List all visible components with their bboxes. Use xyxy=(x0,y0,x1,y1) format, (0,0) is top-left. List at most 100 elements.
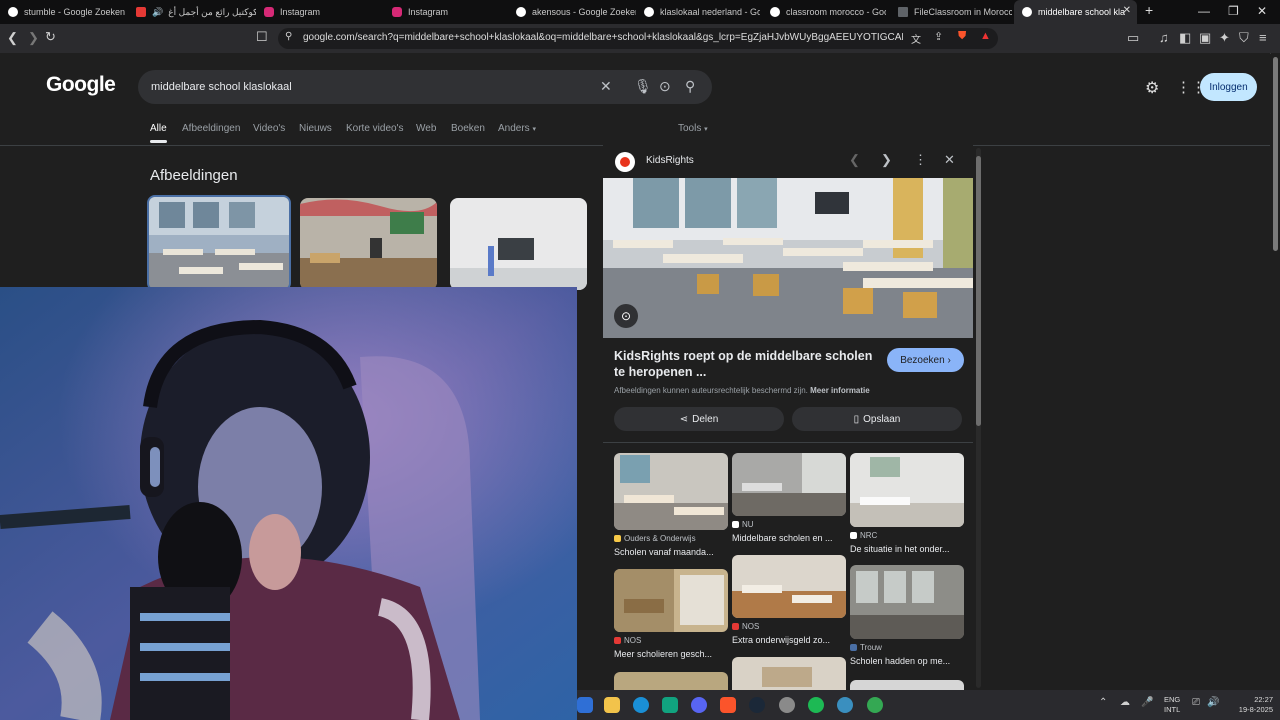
translate-icon[interactable]: 文 xyxy=(911,31,921,46)
search-input[interactable]: middelbare school klaslokaal xyxy=(151,81,292,93)
close-window-icon[interactable]: ✕ xyxy=(1257,4,1267,18)
forward-icon[interactable]: ❯ xyxy=(28,30,39,46)
more-info-link[interactable]: Meer informatie xyxy=(810,386,870,395)
tab-file-classroom[interactable]: FileClassroom in Morocco xyxy=(890,0,1012,24)
reload-icon[interactable]: ↻ xyxy=(45,29,56,45)
language-indicator[interactable]: ENG INTL xyxy=(1164,695,1180,715)
wallet-icon[interactable]: ▣ xyxy=(1199,30,1211,46)
minimize-icon[interactable]: — xyxy=(1198,4,1210,18)
related-image-item[interactable]: NOS Extra onderwijsgeld zo... xyxy=(732,555,846,651)
leo-ai-icon[interactable]: ✦ xyxy=(1219,30,1230,46)
globe-icon[interactable] xyxy=(837,697,853,713)
steam-icon[interactable] xyxy=(749,697,765,713)
tab-web[interactable]: Web xyxy=(416,123,436,134)
panel-scrollbar-thumb[interactable] xyxy=(976,156,981,426)
page-scrollbar[interactable] xyxy=(1271,53,1280,690)
tab-title: Instagram xyxy=(280,7,321,17)
microphone-icon[interactable]: 🎤 xyxy=(1141,697,1153,708)
related-image-item[interactable]: Ouders & Onderwijs Scholen vanaf maanda.… xyxy=(614,453,728,563)
cloud-icon[interactable]: ☁ xyxy=(1120,697,1130,708)
tab-youtube-song[interactable]: 🔊 كوكتيل رائع من أجمل أغ xyxy=(128,0,256,24)
page-scrollbar-thumb[interactable] xyxy=(1273,57,1278,251)
google-favicon-icon xyxy=(1022,7,1032,17)
save-button[interactable]: ▯ Opslaan xyxy=(792,407,962,431)
address-bar[interactable]: ⚲ google.com/search?q=middelbare+school+… xyxy=(278,28,998,49)
close-tab-icon[interactable]: ✕ xyxy=(1123,5,1131,16)
bookmark-icon[interactable]: ☐ xyxy=(256,29,268,45)
brave-icon[interactable] xyxy=(720,697,736,713)
spotify-icon[interactable] xyxy=(808,697,824,713)
restore-icon[interactable]: ❐ xyxy=(1228,4,1239,18)
edge-icon[interactable] xyxy=(633,697,649,713)
related-image-item[interactable]: NOS Meer scholieren gesch... xyxy=(614,569,728,665)
image-result-thumbnail[interactable] xyxy=(450,198,587,290)
clock[interactable]: 22:27 19-8-2025 xyxy=(1227,695,1273,715)
webcam-overlay xyxy=(0,287,577,720)
tab-books[interactable]: Boeken xyxy=(451,123,485,134)
tab-instagram-2[interactable]: Instagram xyxy=(384,0,512,24)
file-explorer-icon[interactable] xyxy=(604,697,620,713)
panel-source-name[interactable]: KidsRights xyxy=(646,155,694,166)
previous-icon[interactable]: ❮ xyxy=(849,152,860,168)
visit-button[interactable]: Bezoeken › xyxy=(887,348,964,372)
tab-classroom-morocco[interactable]: classroom morocco - Goo xyxy=(762,0,886,24)
related-image-item[interactable]: NRC De situatie in het onder... xyxy=(850,453,964,557)
tab-news[interactable]: Nieuws xyxy=(299,123,332,134)
volume-icon[interactable]: 🔊 xyxy=(1207,697,1219,708)
tab-klaslokaal-nederland[interactable]: klaslokaal nederland - Goo xyxy=(636,0,760,24)
related-image-item[interactable]: Trouw Scholen hadden op me... xyxy=(850,565,964,669)
related-image-item[interactable]: NU Middelbare scholen en ... xyxy=(732,453,846,549)
task-view-icon[interactable] xyxy=(577,697,593,713)
back-icon[interactable]: ❮ xyxy=(7,30,18,46)
share-icon[interactable]: ⇪ xyxy=(934,30,943,43)
tab-images[interactable]: Afbeeldingen xyxy=(182,123,240,134)
login-button[interactable]: Inloggen xyxy=(1200,73,1257,101)
tab-all[interactable]: Alle xyxy=(150,123,167,134)
vpn-icon[interactable]: ⛉ xyxy=(1239,30,1249,46)
network-icon[interactable]: ⎚ xyxy=(1192,697,1200,708)
preview-image[interactable]: ⊙ xyxy=(603,178,973,338)
show-hidden-icons-icon[interactable]: ⌃ xyxy=(1099,697,1107,708)
image-result-thumbnail[interactable] xyxy=(300,198,437,290)
settings-gear-icon[interactable]: ⚙ xyxy=(1145,78,1159,98)
search-icon[interactable]: ⚲ xyxy=(685,78,695,95)
tab-akensous[interactable]: akensous - Google Zoeken xyxy=(508,0,636,24)
google-favicon-icon xyxy=(8,7,18,17)
brave-shield-icon[interactable]: ⛊ xyxy=(958,30,966,43)
site-info-icon[interactable]: ⚲ xyxy=(285,31,292,42)
clear-icon[interactable]: ✕ xyxy=(600,78,612,95)
tab-short-videos[interactable]: Korte video's xyxy=(346,123,404,134)
related-image-item[interactable] xyxy=(614,672,728,690)
menu-icon[interactable]: ≡ xyxy=(1259,30,1267,45)
microphone-icon[interactable]: 🎙 xyxy=(634,78,652,95)
panel-scrollbar[interactable] xyxy=(976,148,981,688)
tab-stumble[interactable]: stumble - Google Zoeken xyxy=(0,0,128,24)
related-image-item[interactable] xyxy=(732,657,846,690)
app-icon[interactable] xyxy=(662,697,678,713)
tab-middelbare-school[interactable]: middelbare school kla ✕ xyxy=(1014,0,1137,24)
brave-rewards-icon[interactable]: ▲ xyxy=(980,30,991,42)
next-icon[interactable]: ❯ xyxy=(881,152,892,168)
close-panel-icon[interactable]: ✕ xyxy=(944,152,955,168)
sidebar-icon[interactable]: ◧ xyxy=(1179,30,1191,46)
chrome-icon[interactable] xyxy=(867,697,883,713)
share-button[interactable]: ⋖ Delen xyxy=(614,407,784,431)
tab-more[interactable]: Anders ▾ xyxy=(498,123,536,134)
panel-title[interactable]: KidsRights roept op de middelbare schole… xyxy=(614,348,874,380)
media-icon[interactable]: ♫ xyxy=(1159,30,1169,45)
google-logo[interactable]: Google xyxy=(46,73,116,97)
discord-icon[interactable] xyxy=(691,697,707,713)
images-heading: Afbeeldingen xyxy=(150,167,238,184)
lens-icon[interactable]: ⊙ xyxy=(659,78,671,95)
image-result-thumbnail-selected[interactable] xyxy=(147,195,291,291)
lens-search-icon[interactable]: ⊙ xyxy=(614,304,638,328)
search-box[interactable]: middelbare school klaslokaal ✕ 🎙 ⊙ ⚲ xyxy=(138,70,712,104)
more-options-icon[interactable]: ⋮ xyxy=(914,152,927,168)
new-tab-icon[interactable]: + xyxy=(1145,2,1153,18)
related-image-item[interactable] xyxy=(850,680,964,690)
settings-icon[interactable] xyxy=(779,697,795,713)
tab-videos[interactable]: Video's xyxy=(253,123,285,134)
tab-instagram-1[interactable]: Instagram xyxy=(256,0,384,24)
tools-button[interactable]: Tools ▾ xyxy=(678,123,708,134)
reader-mode-icon[interactable]: ▭ xyxy=(1127,30,1139,46)
